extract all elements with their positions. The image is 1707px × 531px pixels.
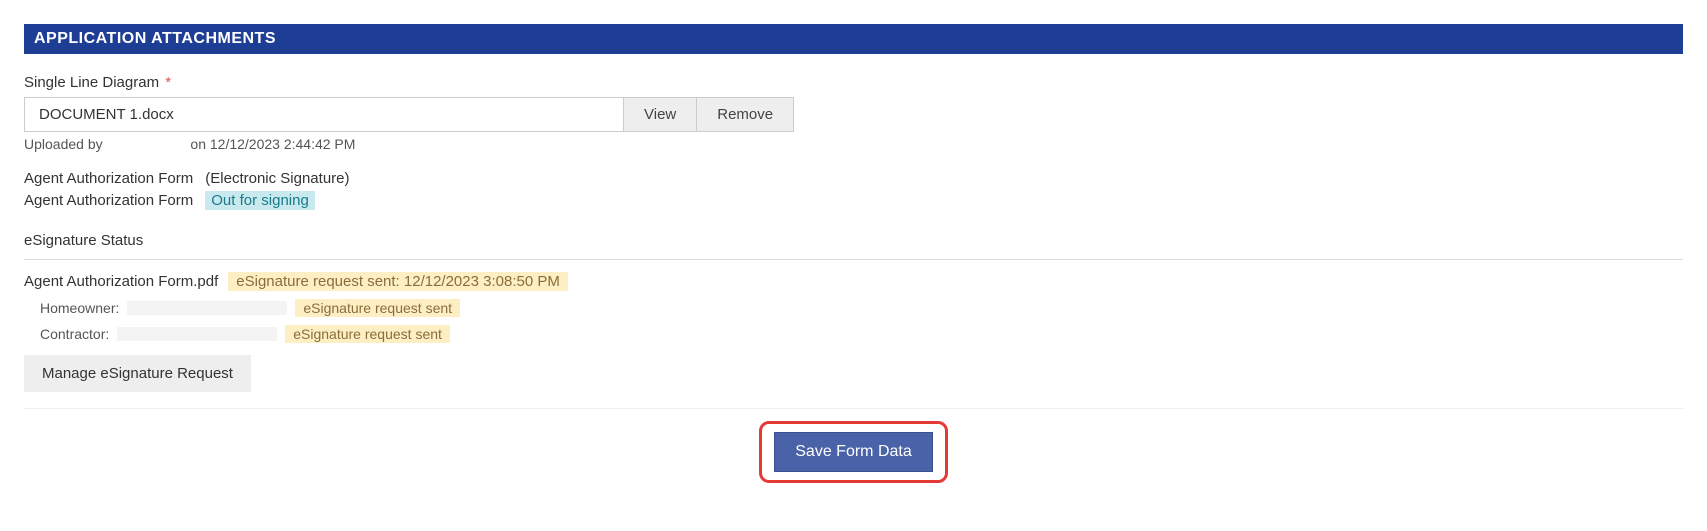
remove-button[interactable]: Remove — [696, 97, 794, 132]
contractor-label: Contractor: — [40, 326, 109, 342]
contractor-name-redacted — [117, 327, 277, 341]
auth-form-label-2: Agent Authorization Form — [24, 192, 193, 209]
sld-label-text: Single Line Diagram — [24, 74, 159, 91]
homeowner-status-badge: eSignature request sent — [295, 299, 460, 317]
sld-file-row: DOCUMENT 1.docx View Remove — [24, 97, 1683, 132]
auth-form-line-1: Agent Authorization Form (Electronic Sig… — [24, 170, 1683, 187]
section-header: APPLICATION ATTACHMENTS — [24, 24, 1683, 54]
save-highlight-box: Save Form Data — [759, 421, 947, 483]
auth-form-label-1: Agent Authorization Form — [24, 170, 193, 187]
sld-uploaded-by: Uploaded by on 12/12/2023 2:44:42 PM — [24, 136, 1683, 152]
attachments-section: APPLICATION ATTACHMENTS Single Line Diag… — [0, 24, 1707, 507]
out-for-signing-badge: Out for signing — [205, 191, 315, 210]
save-form-data-button[interactable]: Save Form Data — [774, 432, 932, 472]
sld-label: Single Line Diagram * — [24, 74, 1683, 91]
contractor-status-badge: eSignature request sent — [285, 325, 450, 343]
required-star: * — [165, 74, 171, 91]
separator — [24, 259, 1683, 260]
sld-field: Single Line Diagram * DOCUMENT 1.docx Vi… — [24, 74, 1683, 152]
esignature-status-heading: eSignature Status — [24, 232, 1683, 249]
save-row: Save Form Data — [24, 408, 1683, 507]
homeowner-label: Homeowner: — [40, 300, 119, 316]
homeowner-signer-row: Homeowner: eSignature request sent — [40, 299, 1683, 317]
contractor-signer-row: Contractor: eSignature request sent — [40, 325, 1683, 343]
esignature-filename: Agent Authorization Form.pdf — [24, 273, 218, 290]
manage-esignature-button[interactable]: Manage eSignature Request — [24, 355, 251, 392]
view-button[interactable]: View — [623, 97, 697, 132]
esignature-file-status-badge: eSignature request sent: 12/12/2023 3:08… — [228, 272, 568, 291]
uploaded-suffix: on 12/12/2023 2:44:42 PM — [190, 136, 355, 152]
uploader-name-redacted — [107, 139, 187, 151]
uploaded-prefix: Uploaded by — [24, 136, 103, 152]
esignature-file-line: Agent Authorization Form.pdf eSignature … — [24, 272, 1683, 291]
auth-form-note: (Electronic Signature) — [205, 170, 349, 187]
homeowner-name-redacted — [127, 301, 287, 315]
sld-filename: DOCUMENT 1.docx — [24, 97, 624, 132]
auth-form-line-2: Agent Authorization Form Out for signing — [24, 191, 1683, 210]
